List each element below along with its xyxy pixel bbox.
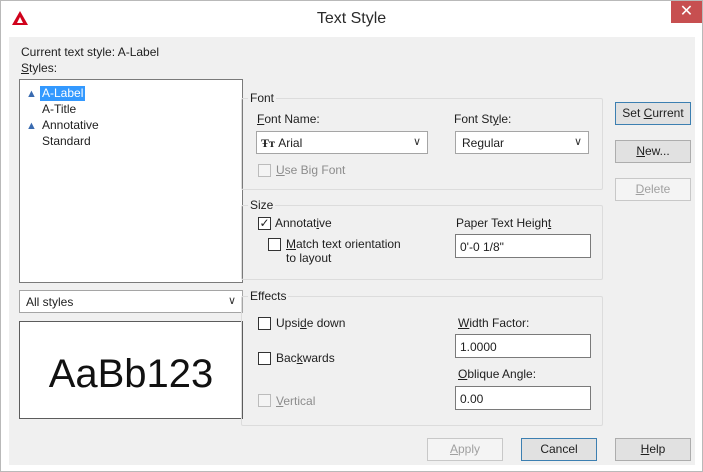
- vertical-checkbox[interactable]: [258, 394, 271, 407]
- backwards-label: Backwards: [276, 351, 335, 365]
- style-item-annotative[interactable]: ▲ Annotative: [26, 118, 101, 133]
- new-button[interactable]: New...: [615, 140, 691, 163]
- chevron-down-icon: ∨: [573, 136, 582, 148]
- chevron-down-icon: ∨: [412, 136, 421, 148]
- font-name-label: Font Name:: [257, 112, 320, 126]
- paper-height-input[interactable]: 0'-0 1/8": [455, 234, 591, 258]
- use-big-font-checkbox[interactable]: [258, 164, 271, 177]
- style-item-a-title[interactable]: A-Title: [26, 102, 78, 117]
- width-factor-label: Width Factor:: [458, 316, 530, 330]
- font-style-dropdown[interactable]: Regular ∨: [455, 131, 589, 154]
- font-name-value: Arial: [278, 136, 303, 150]
- backwards-checkbox[interactable]: [258, 352, 271, 365]
- window-title: Text Style: [316, 10, 387, 27]
- annotative-checkbox[interactable]: ✓: [258, 217, 271, 230]
- chevron-down-icon: ∨: [227, 295, 236, 307]
- set-current-button[interactable]: Set Current: [615, 102, 691, 125]
- dialog-body: Current text style: A-Label Styles: ▲ A-L…: [9, 37, 695, 465]
- match-orientation-checkbox[interactable]: [268, 238, 281, 251]
- style-preview: AaBb123: [19, 321, 243, 419]
- apply-button[interactable]: Apply: [427, 438, 503, 461]
- width-factor-input[interactable]: 1.0000: [455, 334, 591, 358]
- match-orientation-label: Match text orientation to layout: [286, 237, 401, 265]
- font-group-title: Font: [248, 91, 277, 105]
- current-style-label: Current text style:: [21, 45, 116, 59]
- annotative-label: Annotative: [275, 216, 332, 230]
- text-style-dialog: Text Style ✕ Current text style: A-Label…: [0, 0, 703, 472]
- style-item-standard[interactable]: Standard: [26, 134, 93, 149]
- truetype-font-icon: Ŧт: [261, 136, 275, 150]
- vertical-label: Vertical: [276, 394, 316, 408]
- style-filter-dropdown[interactable]: All styles ∨: [19, 290, 243, 313]
- style-item-a-label[interactable]: ▲ A-Label: [26, 86, 86, 101]
- annotative-icon: ▲: [26, 88, 37, 100]
- help-button[interactable]: Help: [615, 438, 691, 461]
- use-big-font-label: Use Big Font: [276, 163, 346, 177]
- size-group-title: Size: [248, 198, 276, 212]
- preview-sample-text: AaBb123: [48, 352, 214, 396]
- cancel-button[interactable]: Cancel: [521, 438, 597, 461]
- font-name-dropdown[interactable]: Ŧт Arial ∨: [256, 131, 428, 154]
- styles-label: Styles:: [21, 61, 58, 75]
- upside-down-checkbox[interactable]: [258, 317, 271, 330]
- oblique-angle-input[interactable]: 0.00: [455, 386, 591, 410]
- annotative-icon: ▲: [26, 120, 37, 132]
- oblique-angle-label: Oblique Angle:: [458, 367, 537, 381]
- delete-button[interactable]: Delete: [615, 178, 691, 201]
- upside-down-label: Upside down: [276, 316, 346, 330]
- styles-list[interactable]: ▲ A-Label A-Title ▲ Annotative Standard: [19, 79, 243, 283]
- paper-height-label: Paper Text Height: [456, 216, 552, 230]
- current-style-row: Current text style: A-Label: [21, 45, 159, 59]
- title-bar[interactable]: Text Style ✕: [1, 1, 702, 37]
- current-style-value: A-Label: [117, 45, 160, 59]
- font-style-label: Font Style:: [454, 112, 512, 126]
- close-button[interactable]: ✕: [671, 1, 702, 23]
- effects-group-title: Effects: [248, 289, 289, 303]
